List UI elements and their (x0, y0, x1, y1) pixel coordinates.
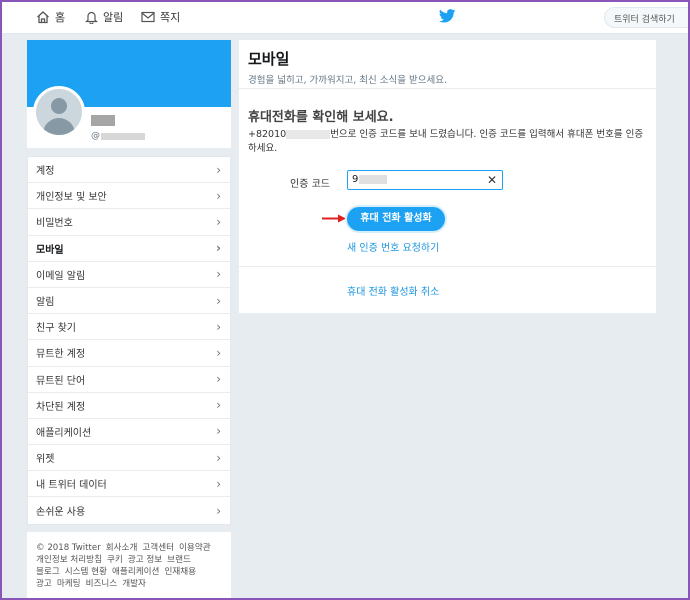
nav-notifications[interactable]: 알림 (85, 9, 123, 25)
profile-handle: @ (91, 131, 145, 141)
footer-link[interactable]: 애플리케이션 (112, 567, 159, 577)
request-new-code-link[interactable]: 새 인증 번호 요청하기 (347, 239, 439, 254)
settings-nav-item[interactable]: 차단된 계정 › (28, 393, 230, 419)
nav-notifications-label: 알림 (103, 11, 124, 24)
settings-nav-item[interactable]: 이메일 알림 › (28, 262, 230, 288)
verification-description: +82010 번으로 인증 코드를 보내 드렸습니다. 인증 코드를 입력해서 휴… (248, 128, 648, 156)
footer-link[interactable]: 고객센터 (142, 543, 174, 553)
chevron-right-icon: › (216, 476, 221, 491)
settings-nav-label: 계정 (36, 166, 55, 178)
settings-nav-label: 모바일 (36, 244, 64, 256)
divider (239, 266, 656, 267)
panel-header: 모바일 경험을 넓히고, 가까워지고, 최신 소식을 받으세요. (239, 40, 656, 89)
settings-nav-label: 뮤트된 단어 (36, 375, 86, 387)
chevron-right-icon: › (216, 267, 221, 282)
chevron-right-icon: › (216, 241, 221, 256)
settings-nav-item[interactable]: 뮤트한 계정 › (28, 340, 230, 367)
footer-link[interactable]: 비즈니스 (86, 579, 118, 589)
handle-at: @ (91, 131, 100, 141)
settings-nav-item[interactable]: 친구 찾기 › (28, 314, 230, 341)
footer-link[interactable]: 쿠키 (107, 555, 123, 565)
settings-nav-item[interactable]: 내 트위터 데이터 › (28, 471, 230, 498)
search-input[interactable]: 트위터 검색하기 (604, 7, 688, 28)
chevron-right-icon: › (216, 398, 221, 413)
section-title: 휴대전화를 확인해 보세요. (248, 110, 394, 125)
settings-nav-label: 알림 (36, 297, 55, 309)
chevron-right-icon: › (216, 162, 221, 177)
settings-nav-label: 위젯 (36, 454, 55, 466)
settings-nav-label: 친구 찾기 (36, 323, 76, 335)
footer-link[interactable]: 블로그 (36, 567, 60, 577)
settings-nav-item[interactable]: 모바일 › (28, 236, 230, 262)
settings-nav-label: 차단된 계정 (36, 401, 86, 413)
settings-nav-item[interactable]: 위젯 › (28, 445, 230, 472)
footer-link[interactable]: 이용약관 (179, 543, 211, 553)
footer: © 2018 Twitter 회사소개 고객센터 이용약관개인정보 처리방침 쿠키 광고 … (27, 532, 231, 598)
twitter-bird-icon[interactable] (438, 9, 456, 26)
footer-link[interactable]: 마케팅 (57, 579, 81, 589)
chevron-right-icon: › (216, 345, 221, 360)
settings-nav-label: 내 트위터 데이터 (36, 480, 107, 492)
nav-messages-label: 쪽지 (160, 11, 181, 24)
red-arrow-icon (322, 214, 346, 223)
nav-messages[interactable]: 쪽지 (141, 9, 180, 25)
code-value: 9 (352, 174, 359, 185)
settings-nav-label: 손쉬운 사용 (36, 507, 86, 519)
chevron-right-icon: › (216, 424, 221, 439)
envelope-icon (141, 11, 155, 23)
footer-link[interactable]: 광고 정보 (128, 555, 162, 565)
settings-nav-label: 뮤트한 계정 (36, 349, 86, 361)
code-label: 인증 코드 (290, 179, 330, 190)
footer-link[interactable]: © 2018 Twitter (36, 543, 101, 553)
settings-nav-item[interactable]: 손쉬운 사용 › (28, 497, 230, 523)
profile-card[interactable]: @ (27, 40, 231, 148)
settings-nav-label: 개인정보 및 보안 (36, 192, 107, 204)
footer-link[interactable]: 개인정보 처리방침 (36, 555, 102, 565)
settings-nav: 계정 › 개인정보 및 보안 › 비밀번호 › 모바일 › 이메일 알림 › 알림 › 친구 찾기 › 뮤트… (27, 156, 231, 525)
settings-nav-item[interactable]: 뮤트된 단어 › (28, 367, 230, 393)
clear-icon[interactable]: ✕ (487, 173, 497, 187)
chevron-right-icon: › (216, 214, 221, 229)
settings-nav-label: 비밀번호 (36, 218, 73, 230)
chevron-right-icon: › (216, 319, 221, 334)
footer-link[interactable]: 브랜드 (167, 555, 191, 565)
settings-nav-item[interactable]: 비밀번호 › (28, 209, 230, 236)
footer-link[interactable]: 인재채용 (164, 567, 196, 577)
chevron-right-icon: › (216, 188, 221, 203)
activate-phone-button[interactable]: 휴대 전화 활성화 (347, 207, 445, 231)
settings-nav-item[interactable]: 계정 › (28, 157, 230, 184)
verification-code-input[interactable]: 9 ✕ (347, 170, 503, 190)
chevron-right-icon: › (216, 450, 221, 465)
page-subtitle: 경험을 넓히고, 가까워지고, 최신 소식을 받으세요. (248, 75, 447, 86)
settings-nav-item[interactable]: 개인정보 및 보안 › (28, 183, 230, 210)
settings-nav-item[interactable]: 애플리케이션 › (28, 419, 230, 446)
page-title: 모바일 (248, 50, 290, 68)
nav-home[interactable]: 홈 (36, 9, 65, 25)
footer-link[interactable]: 개발자 (122, 579, 146, 589)
nav-home-label: 홈 (55, 11, 66, 24)
chevron-right-icon: › (216, 293, 221, 308)
cancel-activation-link[interactable]: 휴대 전화 활성화 취소 (347, 283, 439, 298)
avatar[interactable] (33, 86, 85, 138)
phone-prefix: +82010 (248, 129, 287, 140)
mobile-settings-panel: 모바일 경험을 넓히고, 가까워지고, 최신 소식을 받으세요. 휴대전화를 확… (239, 40, 656, 313)
chevron-right-icon: › (216, 372, 221, 387)
settings-nav-label: 애플리케이션 (36, 427, 92, 439)
footer-link[interactable]: 광고 (36, 579, 52, 589)
home-icon (37, 11, 49, 24)
bell-icon (85, 11, 98, 24)
footer-link[interactable]: 회사소개 (106, 543, 138, 553)
footer-link[interactable]: 시스템 현황 (65, 567, 107, 577)
top-nav: 홈 알림 쪽지 트위터 검색하기 (0, 0, 690, 34)
profile-name-redacted[interactable] (91, 115, 115, 126)
settings-nav-label: 이메일 알림 (36, 270, 86, 282)
settings-nav-item[interactable]: 알림 › (28, 288, 230, 315)
chevron-right-icon: › (216, 503, 221, 518)
